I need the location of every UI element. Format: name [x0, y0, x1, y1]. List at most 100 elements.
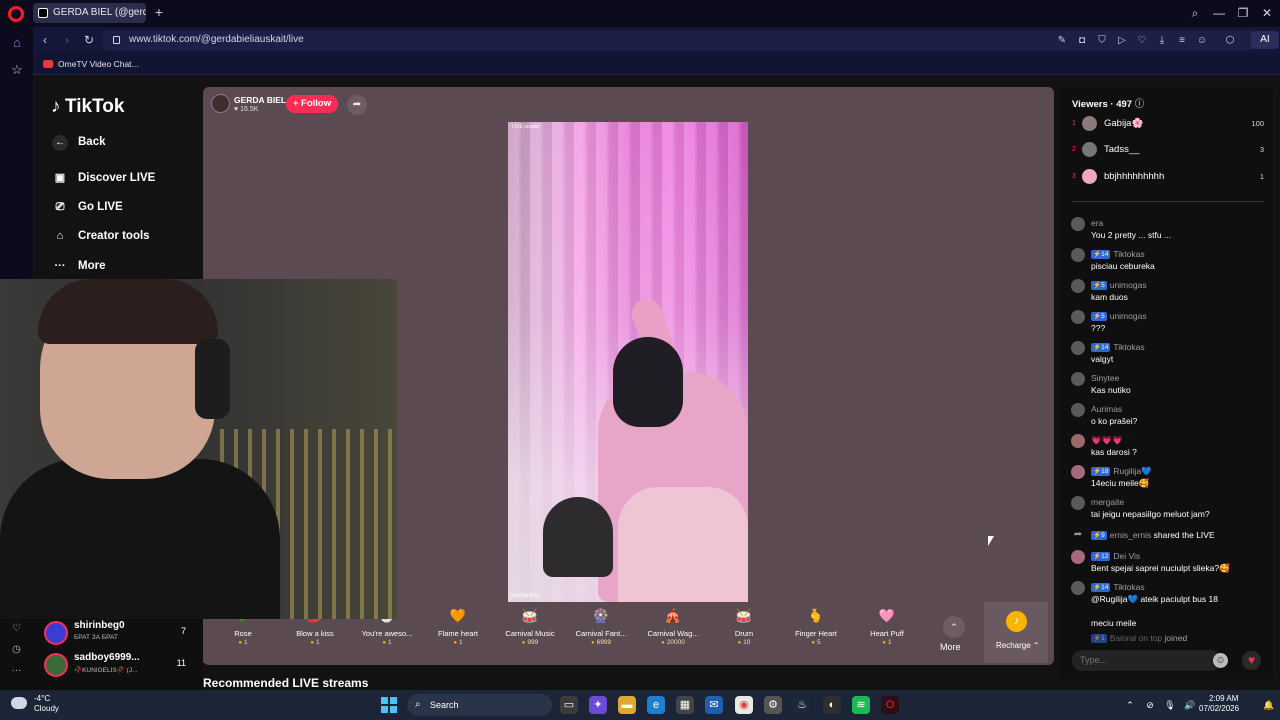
viewer-row[interactable]: 1 Gabija🌸 100 [1072, 115, 1264, 135]
avatar[interactable] [1071, 217, 1085, 231]
clock-date[interactable]: 07/02/2026 [1199, 704, 1239, 713]
stream-row[interactable]: shirinbeg0 БРАТ ЗА БРАТ 7 [44, 619, 194, 647]
bookmark-ometv[interactable]: OmeTV Video Chat... [43, 57, 139, 71]
avatar[interactable] [1071, 279, 1085, 293]
avatar[interactable] [1071, 341, 1085, 355]
profile-icon[interactable]: ☺ [1196, 35, 1208, 47]
home-icon[interactable]: ⌂ [9, 35, 25, 51]
edit-icon[interactable]: ✎ [1056, 35, 1068, 47]
avatar[interactable] [1071, 403, 1085, 417]
reload-icon[interactable]: ↻ [81, 32, 97, 48]
avatar[interactable] [1071, 581, 1085, 595]
discord-icon[interactable]: ◐ [823, 696, 841, 714]
more-dots-icon[interactable]: ··· [10, 664, 23, 677]
forward-arrow-icon[interactable]: › [59, 32, 75, 48]
avatar[interactable] [1071, 310, 1085, 324]
gift-carnival-fantasy[interactable]: 🎡 Carnival Fant...6999 [566, 606, 636, 646]
chat-user[interactable]: Aurimas [1091, 403, 1122, 415]
avatar[interactable] [1071, 434, 1085, 448]
tray-muted-icon[interactable]: ⊘ [1143, 698, 1157, 712]
recharge-button[interactable]: ♪ Recharge ⌃ [984, 602, 1048, 663]
nav-creator-tools[interactable]: ⌂ Creator tools [51, 228, 150, 244]
chat-user[interactable]: Sinytee [1091, 372, 1119, 384]
nav-discover-live[interactable]: ▣ Discover LIVE [51, 170, 156, 186]
chat-user[interactable]: ⚡5 unimogas [1091, 310, 1147, 322]
ai-button[interactable]: AI [1251, 31, 1279, 49]
avatar[interactable] [1071, 465, 1085, 479]
follow-button[interactable]: + Follow [286, 95, 338, 113]
nav-go-live[interactable]: ⎚ Go LIVE [51, 199, 123, 215]
camera-icon[interactable]: ◘ [1076, 35, 1088, 47]
chat-user[interactable]: era [1091, 217, 1103, 229]
viewer-row[interactable]: 2 Tadss__ 3 [1072, 141, 1264, 161]
close-window-icon[interactable]: ✕ [1259, 5, 1275, 21]
opera-gx-icon[interactable]: O [881, 696, 899, 714]
nav-back[interactable]: ← Back [51, 134, 106, 151]
chat-user[interactable]: mergaite [1091, 496, 1124, 508]
clock-time[interactable]: 2:09 AM [1209, 694, 1238, 703]
viewer-row[interactable]: 3 bbjhhhhhhhhh 1 [1072, 168, 1264, 188]
file-explorer-icon[interactable]: ▬ [618, 696, 636, 714]
tray-chevron-up-icon[interactable]: ⌃ [1123, 698, 1137, 712]
star-icon[interactable]: ☆ [9, 62, 25, 78]
play-icon[interactable]: ▷ [1116, 35, 1128, 47]
history-clock-icon[interactable]: ◷ [10, 643, 23, 656]
more-gifts-chevron-up-icon[interactable]: ⌃ [943, 616, 965, 638]
edge-icon[interactable]: e [647, 696, 665, 714]
search-tabs-icon[interactable]: ⌕ [1187, 5, 1203, 21]
weather-condition[interactable]: Cloudy [34, 704, 59, 713]
chrome-icon[interactable]: ◉ [735, 696, 753, 714]
share-icon[interactable]: ➦ [347, 95, 367, 115]
tray-mic-icon[interactable]: 🎙 [1163, 698, 1177, 712]
chat-user[interactable]: ⚡14 Tiktokas [1091, 341, 1145, 353]
info-icon[interactable]: ⓘ [1135, 99, 1145, 110]
download-icon[interactable]: ⤓ [1156, 35, 1168, 47]
chat-user[interactable]: ⚡9 ernis_ernis shared the LIVE [1091, 529, 1215, 541]
avatar[interactable] [1071, 550, 1085, 564]
spotify-icon[interactable]: ≋ [852, 696, 870, 714]
windows-start-icon[interactable] [381, 697, 397, 713]
chat-user[interactable]: ⚡12 Dei Vis [1091, 550, 1140, 562]
shield-icon[interactable]: ⛉ [1096, 35, 1108, 47]
chat-user[interactable]: ⚡1 Baiorai on top joined [1091, 632, 1187, 644]
notification-bell-icon[interactable]: 🔔 [1262, 698, 1276, 712]
nav-more[interactable]: ··· More [51, 258, 106, 274]
gift-heart-puff[interactable]: 🩷 Heart Puff1 [852, 606, 922, 646]
mail-icon[interactable]: ✉ [705, 696, 723, 714]
chat-user[interactable]: ⚡5 unimogas [1091, 279, 1147, 291]
tray-volume-icon[interactable]: 🔊 [1183, 698, 1197, 712]
avatar[interactable] [1071, 372, 1085, 386]
copilot-icon[interactable]: ✦ [589, 696, 607, 714]
host-name[interactable]: GERDA BIEL [234, 95, 286, 105]
chat-user[interactable]: ⚡14 Tiktokas [1091, 248, 1145, 260]
gift-flame-heart[interactable]: 🧡 Flame heart1 [423, 606, 493, 646]
restore-icon[interactable]: ❐ [1235, 5, 1251, 21]
like-heart-icon[interactable]: ♥ [1242, 651, 1261, 670]
steam-icon[interactable]: ♨ [793, 696, 811, 714]
gift-carnival-wagon[interactable]: 🎪 Carnival Wag...20000 [638, 606, 708, 646]
gift-finger-heart[interactable]: 🫰 Finger Heart5 [781, 606, 851, 646]
live-video[interactable]: LIVE creator GERDA BIEL [508, 122, 748, 602]
weather-temp[interactable]: -4°C [34, 694, 50, 703]
store-icon[interactable]: ▦ [676, 696, 694, 714]
chat-input[interactable] [1072, 650, 1221, 671]
chat-user[interactable]: ⚡14 Tiktokas [1091, 581, 1145, 593]
avatar[interactable] [1071, 496, 1085, 510]
minimize-icon[interactable]: — [1211, 5, 1227, 21]
new-tab-plus-icon[interactable]: + [152, 5, 166, 19]
gift-carnival-music[interactable]: 🥁 Carnival Music999 [495, 606, 565, 646]
chat-user[interactable]: ⚡18 Rugilija💙 [1091, 465, 1152, 477]
cloud-icon[interactable] [11, 697, 27, 709]
avatar[interactable] [1071, 248, 1085, 262]
opera-logo-icon[interactable] [8, 6, 24, 22]
browser-tab-active[interactable]: GERDA BIEL (@gerdabielia [33, 3, 146, 23]
task-view-icon[interactable]: ▭ [560, 696, 578, 714]
tiktok-logo[interactable]: ♪ TikTok [51, 96, 124, 118]
back-arrow-icon[interactable]: ‹ [37, 32, 53, 48]
menu-icon[interactable]: ≡ [1176, 35, 1188, 47]
chat-user[interactable]: 💗💗💗 [1091, 434, 1123, 446]
settings-gear-icon[interactable]: ⚙ [764, 696, 782, 714]
heart-outline-icon[interactable]: ♡ [10, 622, 23, 635]
taskbar-search[interactable]: ⌕ Search [407, 694, 552, 716]
more-gifts-label[interactable]: More [940, 642, 961, 652]
